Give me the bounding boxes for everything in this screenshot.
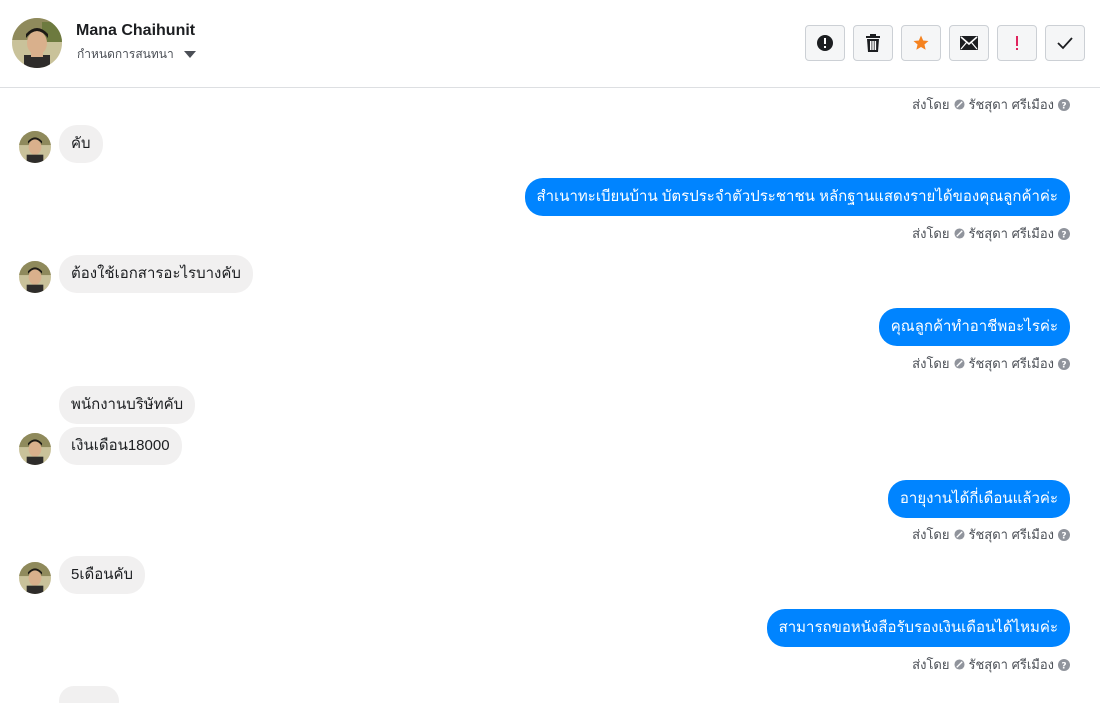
sender-name[interactable]: รัชสุดา ศรีเมือง — [969, 524, 1055, 545]
sent-by-label: ส่งโดย — [912, 657, 950, 672]
svg-text:?: ? — [1061, 531, 1066, 541]
trash-icon — [866, 34, 880, 52]
contact-avatar-small[interactable] — [19, 562, 51, 594]
caret-down-icon — [183, 51, 196, 58]
incoming-message[interactable]: 5เดือนคับ — [59, 556, 146, 594]
conversation-settings-dropdown[interactable]: กำหนดการสนทนา — [77, 45, 196, 64]
svg-text:?: ? — [1061, 661, 1066, 671]
outgoing-message[interactable]: สำเนาทะเบียนบ้าน บัตรประจำตัวประชาชน หลั… — [524, 178, 1070, 216]
help-icon[interactable]: ? — [1058, 528, 1070, 541]
outgoing-message[interactable]: อายุงานได้กี่เดือนแล้วค่ะ — [887, 480, 1070, 518]
clock-icon — [953, 99, 965, 110]
mark-done-button[interactable] — [1045, 25, 1085, 61]
clock-icon — [953, 659, 965, 670]
sent-by-label: ส่งโดย — [912, 226, 950, 241]
conversation-header: Mana Chaihunit กำหนดการสนทนา — [0, 0, 1100, 88]
clock-icon — [953, 228, 965, 239]
sent-by-info: ส่งโดย รัชสุดา ศรีเมือง ? — [912, 353, 1070, 374]
sender-name[interactable]: รัชสุดา ศรีเมือง — [969, 353, 1055, 374]
sent-by-label: ส่งโดย — [912, 527, 950, 542]
sent-by-label: ส่งโดย — [912, 356, 950, 371]
sent-by-info: ส่งโดย รัชสุดา ศรีเมือง ? — [912, 223, 1070, 244]
clock-icon — [953, 529, 965, 540]
help-icon[interactable]: ? — [1058, 227, 1070, 240]
svg-text:?: ? — [1061, 230, 1066, 240]
outgoing-message[interactable]: คุณลูกค้าทำอาชีพอะไรค่ะ — [878, 308, 1070, 346]
exclamation-icon — [1016, 36, 1018, 50]
follow-up-button[interactable] — [997, 25, 1037, 61]
incoming-message-partial[interactable] — [59, 686, 119, 703]
checkmark-icon — [1057, 37, 1073, 50]
star-button[interactable] — [901, 25, 941, 61]
envelope-icon — [960, 36, 978, 50]
svg-text:?: ? — [1061, 360, 1066, 370]
help-icon[interactable]: ? — [1058, 357, 1070, 370]
mark-unread-button[interactable] — [949, 25, 989, 61]
contact-avatar-small[interactable] — [19, 261, 51, 293]
contact-name[interactable]: Mana Chaihunit — [76, 22, 195, 40]
star-icon — [913, 35, 929, 50]
sender-name[interactable]: รัชสุดา ศรีเมือง — [969, 654, 1055, 675]
incoming-message[interactable]: พนักงานบริษัทคับ — [59, 386, 196, 424]
conversation-actions — [805, 25, 1085, 61]
sender-name[interactable]: รัชสุดา ศรีเมือง — [969, 223, 1055, 244]
delete-button[interactable] — [853, 25, 893, 61]
contact-avatar-small[interactable] — [19, 433, 51, 465]
sent-by-info: ส่งโดย รัชสุดา ศรีเมือง ? — [912, 524, 1070, 545]
outgoing-message[interactable]: สามารถขอหนังสือรับรองเงินเดือนได้ไหมค่ะ — [766, 609, 1070, 647]
contact-avatar-small[interactable] — [19, 131, 51, 163]
sent-by-info: ส่งโดย รัชสุดา ศรีเมือง ? — [912, 654, 1070, 675]
svg-text:?: ? — [1061, 101, 1066, 111]
help-icon[interactable]: ? — [1058, 658, 1070, 671]
exclamation-circle-icon — [817, 35, 833, 51]
sent-by-label: ส่งโดย — [912, 97, 950, 112]
conversation-settings-label: กำหนดการสนทนา — [77, 47, 174, 61]
sent-by-info: ส่งโดย รัชสุดา ศรีเมือง ? — [912, 94, 1070, 115]
sender-name[interactable]: รัชสุดา ศรีเมือง — [969, 94, 1055, 115]
incoming-message[interactable]: ต้องใช้เอกสารอะไรบางคับ — [59, 255, 253, 293]
contact-avatar[interactable] — [12, 18, 62, 68]
mark-spam-button[interactable] — [805, 25, 845, 61]
incoming-message[interactable]: คับ — [59, 125, 103, 163]
clock-icon — [953, 358, 965, 369]
help-icon[interactable]: ? — [1058, 98, 1070, 111]
incoming-message[interactable]: เงินเดือน18000 — [59, 427, 182, 465]
message-thread[interactable]: ส่งโดย รัชสุดา ศรีเมือง ? คับ สำเนาทะเบี… — [0, 89, 1100, 703]
